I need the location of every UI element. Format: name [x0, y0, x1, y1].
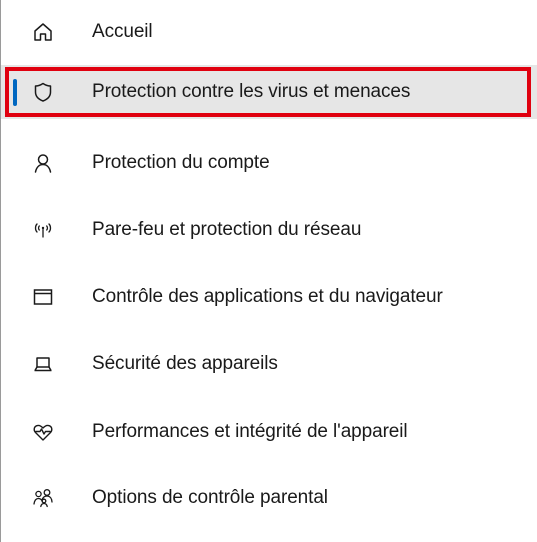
nav-item-family-options[interactable]: Options de contrôle parental [1, 466, 537, 530]
wireless-icon [32, 219, 54, 241]
security-nav-menu: Accueil Protection contre les virus et m… [0, 0, 537, 542]
nav-item-label: Pare-feu et protection du réseau [92, 219, 362, 240]
nav-item-label: Options de contrôle parental [92, 487, 328, 508]
nav-item-home[interactable]: Accueil [1, 0, 537, 64]
nav-item-label: Sécurité des appareils [92, 353, 278, 374]
nav-item-device-performance[interactable]: Performances et intégrité de l'appareil [1, 400, 537, 464]
home-icon [32, 21, 54, 43]
nav-item-label: Protection du compte [92, 152, 270, 173]
nav-item-device-security[interactable]: Sécurité des appareils [1, 332, 537, 396]
selected-indicator [13, 79, 17, 106]
nav-item-virus-protection[interactable]: Protection contre les virus et menaces [1, 65, 537, 119]
nav-item-label: Accueil [92, 21, 153, 42]
laptop-icon [32, 353, 54, 375]
shield-icon [32, 81, 54, 103]
person-icon [32, 152, 54, 174]
nav-item-label: Protection contre les virus et menaces [92, 81, 411, 102]
nav-item-label: Contrôle des applications et du navigate… [92, 286, 443, 307]
heart-pulse-icon [32, 421, 54, 443]
family-icon [32, 487, 54, 509]
nav-item-firewall[interactable]: Pare-feu et protection du réseau [1, 198, 537, 262]
browser-window-icon [32, 286, 54, 308]
nav-item-account-protection[interactable]: Protection du compte [1, 131, 537, 195]
nav-item-app-browser-control[interactable]: Contrôle des applications et du navigate… [1, 265, 537, 329]
nav-item-label: Performances et intégrité de l'appareil [92, 421, 408, 442]
